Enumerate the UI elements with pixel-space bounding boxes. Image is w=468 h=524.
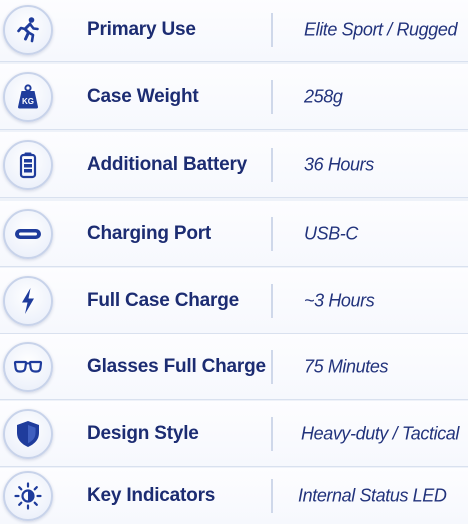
- spec-list: Primary Use Elite Sport / Rugged KG Case…: [0, 0, 468, 524]
- divider: [271, 12, 273, 47]
- spec-value: Elite Sport / Rugged: [304, 19, 458, 39]
- spec-row-full-case-charge: Full Case Charge ~3 Hours: [0, 268, 468, 334]
- divider: [271, 479, 273, 513]
- glasses-icon: [3, 341, 53, 392]
- spec-value: 258g: [304, 86, 343, 106]
- spec-value: Internal Status LED: [298, 485, 447, 506]
- spec-row-charging-port: Charging Port USB-C: [0, 201, 468, 267]
- weight-icon: KG: [3, 71, 53, 122]
- spec-row-additional-battery: Additional Battery 36 Hours: [0, 132, 468, 198]
- spec-label: Glasses Full Charge: [87, 355, 266, 377]
- spec-label: Key Indicators: [87, 485, 216, 506]
- divider: [271, 216, 273, 251]
- divider: [271, 349, 273, 384]
- spec-label: Case Weight: [87, 85, 199, 107]
- spec-row-case-weight: KG Case Weight 258g: [0, 64, 468, 130]
- spec-label: Full Case Charge: [87, 289, 240, 311]
- spec-label: Primary Use: [87, 18, 196, 40]
- spec-value: ~3 Hours: [304, 290, 375, 310]
- spec-row-primary-use: Primary Use Elite Sport / Rugged: [0, 0, 468, 62]
- divider: [271, 283, 273, 318]
- runner-icon: [3, 4, 53, 55]
- usb-c-port-icon: [3, 208, 53, 259]
- status-light-icon: [3, 471, 53, 521]
- battery-icon: [3, 139, 53, 190]
- spec-label: Design Style: [87, 422, 199, 444]
- spec-value: USB-C: [304, 223, 359, 243]
- spec-row-key-indicators: Key Indicators Internal Status LED: [0, 468, 468, 524]
- shield-icon: [3, 408, 53, 459]
- divider: [271, 79, 273, 114]
- spec-row-glasses-full-charge: Glasses Full Charge 75 Minutes: [0, 334, 468, 400]
- divider: [271, 147, 273, 182]
- lightning-bolt-icon: [3, 275, 53, 326]
- weight-icon-text: KG: [22, 97, 34, 106]
- spec-label: Additional Battery: [87, 153, 248, 175]
- spec-value: 36 Hours: [304, 154, 374, 174]
- spec-row-design-style: Design Style Heavy-duty / Tactical: [0, 401, 468, 467]
- spec-value: 75 Minutes: [304, 356, 389, 376]
- spec-value: Heavy-duty / Tactical: [301, 423, 460, 443]
- divider: [271, 416, 273, 451]
- spec-label: Charging Port: [87, 222, 212, 244]
